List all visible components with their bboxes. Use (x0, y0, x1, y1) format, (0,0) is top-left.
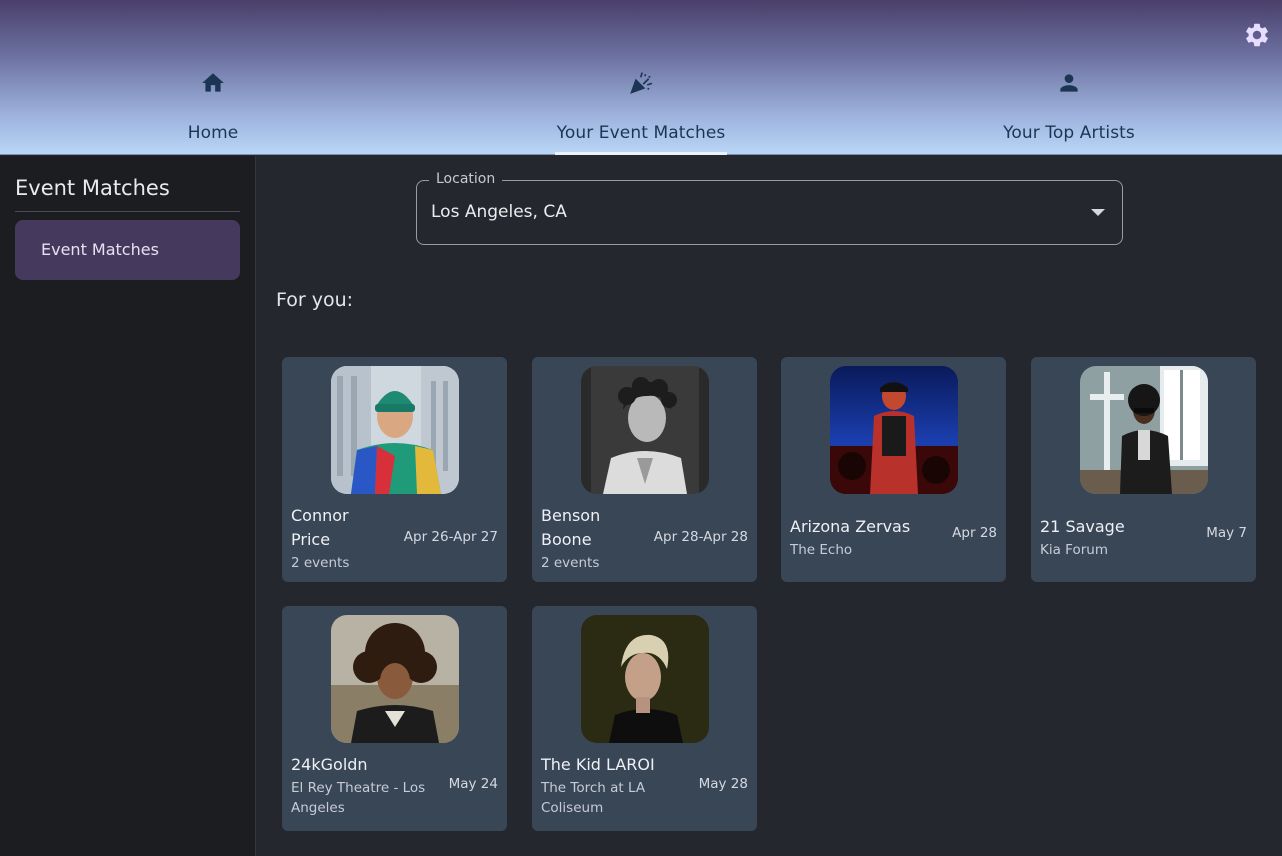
artist-name: Arizona Zervas (790, 517, 911, 536)
tab-your-top-artists-label: Your Top Artists (1003, 123, 1135, 143)
sidebar-title: Event Matches (15, 176, 170, 200)
event-card-21-savage[interactable]: 21 Savage Kia Forum May 7 (1031, 357, 1256, 582)
top-navigation-bar: Home Your Event Matches Your Top Artists (0, 0, 1282, 155)
artist-photo (331, 615, 459, 743)
event-card-connor-price[interactable]: Connor Price 2 events Apr 26-Apr 27 (282, 357, 507, 582)
section-title: For you: (276, 289, 354, 311)
location-label: Location (429, 171, 503, 187)
sidebar-item-event-matches[interactable]: Event Matches (15, 220, 240, 280)
event-dates: Apr 26-Apr 27 (403, 529, 498, 545)
artist-photo (581, 366, 709, 494)
event-count: 2 events (541, 555, 600, 571)
artist-photo (1080, 366, 1208, 494)
chevron-down-icon (1091, 209, 1105, 216)
artist-name-line2: Boone (541, 530, 592, 549)
event-dates: Apr 28-Apr 28 (653, 529, 748, 545)
artist-name: Connor (291, 506, 349, 525)
event-dates: May 24 (448, 776, 498, 792)
event-count: 2 events (291, 555, 350, 571)
artist-name-line2: Price (291, 530, 331, 549)
artist-photo (581, 615, 709, 743)
event-card-benson-boone[interactable]: Benson Boone 2 events Apr 28-Apr 28 (532, 357, 757, 582)
event-dates: May 28 (698, 776, 748, 792)
active-tab-indicator (555, 152, 727, 155)
event-dates: Apr 28 (952, 525, 997, 541)
artist-name: 21 Savage (1040, 517, 1125, 536)
venue-name: El Rey Theatre - Los (291, 780, 426, 796)
artist-name: 24kGoldn (291, 755, 368, 774)
venue-name: The Echo (790, 542, 853, 558)
event-dates: May 7 (1206, 525, 1247, 541)
person-icon (1056, 70, 1082, 96)
artist-name: The Kid LAROI (541, 755, 655, 774)
tab-your-event-matches[interactable]: Your Event Matches (551, 70, 731, 155)
tab-your-event-matches-label: Your Event Matches (556, 123, 726, 143)
tab-your-top-artists[interactable]: Your Top Artists (995, 70, 1143, 155)
venue-name-line2: Coliseum (541, 800, 604, 816)
venue-name: Kia Forum (1040, 542, 1108, 558)
sidebar: Event Matches Event Matches (0, 156, 256, 856)
home-icon (200, 70, 226, 96)
venue-name: The Torch at LA (541, 780, 646, 796)
event-card-arizona-zervas[interactable]: Arizona Zervas The Echo Apr 28 (781, 357, 1006, 582)
artist-photo (830, 366, 958, 494)
sidebar-divider (15, 211, 240, 212)
artist-name: Benson (541, 506, 601, 525)
event-card-24kgoldn[interactable]: 24kGoldn El Rey Theatre - Los Angeles Ma… (282, 606, 507, 831)
gear-icon[interactable] (1243, 21, 1271, 49)
event-card-the-kid-laroi[interactable]: The Kid LAROI The Torch at LA Coliseum M… (532, 606, 757, 831)
tab-home[interactable]: Home (150, 70, 276, 155)
tab-home-label: Home (187, 123, 239, 143)
artist-photo (331, 366, 459, 494)
sidebar-item-label: Event Matches (41, 240, 159, 259)
location-value: Los Angeles, CA (431, 202, 567, 222)
location-select[interactable]: Location Los Angeles, CA (416, 171, 1123, 245)
venue-name-line2: Angeles (291, 800, 345, 816)
party-popper-icon (628, 70, 654, 96)
